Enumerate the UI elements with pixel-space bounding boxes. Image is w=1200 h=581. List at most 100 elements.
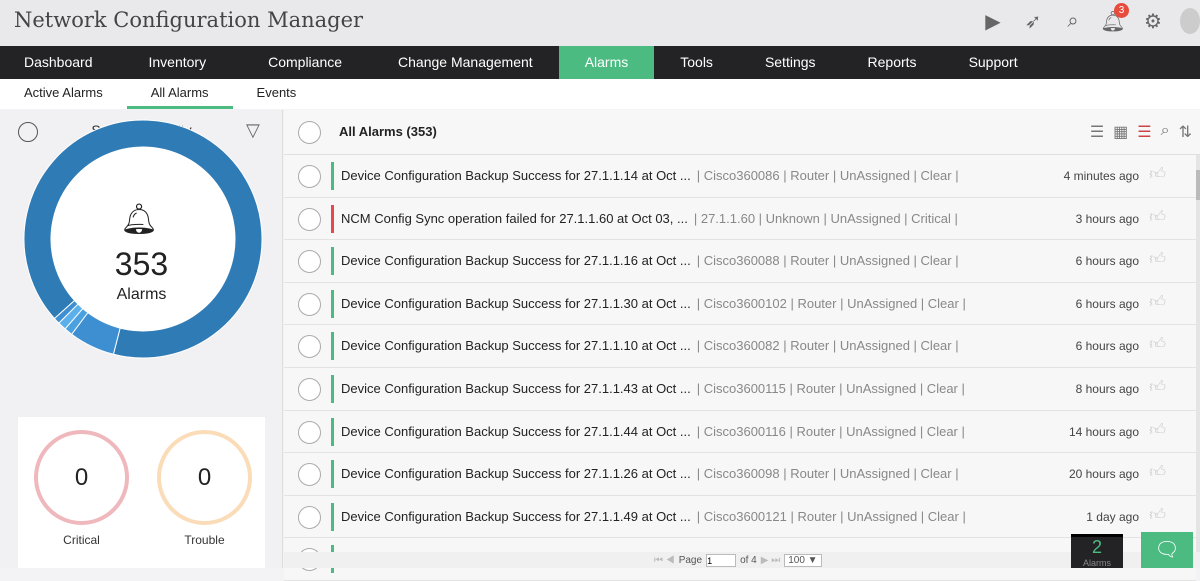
row-checkbox[interactable] [298,335,321,358]
sort-icon[interactable]: ⇅ [1179,122,1192,142]
alarm-bell-icon: 🔔︎ [120,202,158,237]
alarm-meta: | Cisco3600121 | Router | UnAssigned | C… [697,509,966,524]
thumbs-up-icon[interactable]: 👍︎ [1149,506,1166,525]
alarm-meta: | Cisco3600102 | Router | UnAssigned | C… [697,296,966,311]
grid-view-icon[interactable]: ▦ [1113,122,1128,142]
thumbs-up-icon[interactable]: 👍︎ [1149,335,1166,354]
nav-inventory[interactable]: Inventory [117,46,239,79]
nav-settings[interactable]: Settings [739,46,842,79]
nav-reports[interactable]: Reports [842,46,943,79]
severity-panel: Sort By Severity ▽ 🔔︎ 353 Alarms 0 Criti… [0,110,283,568]
nav-dashboard[interactable]: Dashboard [0,46,117,79]
select-all-checkbox[interactable] [298,121,321,144]
critical-ring[interactable]: 0 [34,430,129,525]
row-checkbox[interactable] [298,506,321,529]
nav-compliance[interactable]: Compliance [238,46,372,79]
row-checkbox[interactable] [298,293,321,316]
page-label: Page [679,555,702,566]
row-checkbox[interactable] [298,208,321,231]
total-alarms-label: Alarms [0,286,283,304]
severity-donut [23,119,263,359]
alarm-meta: | Cisco360088 | Router | UnAssigned | Cl… [697,253,959,268]
tab-all-alarms[interactable]: All Alarms [127,79,233,109]
chat-button[interactable]: 🗨︎ [1141,532,1193,568]
alarm-row[interactable]: Device Configuration Backup Success for … [284,368,1196,411]
scrollbar[interactable] [1196,155,1200,568]
thumbs-up-icon[interactable]: 👍︎ [1149,378,1166,397]
alarm-time: 20 hours ago [1069,467,1139,481]
alarm-title[interactable]: Device Configuration Backup Success for … [341,253,691,268]
thumbs-up-icon[interactable]: 👍︎ [1149,250,1166,269]
alarm-time: 1 day ago [1086,510,1139,524]
row-checkbox[interactable] [298,421,321,444]
list-title: All Alarms (353) [339,124,437,139]
alarm-title[interactable]: Device Configuration Backup Success for … [341,509,691,524]
chat-icon: 🗨︎ [1154,539,1179,561]
row-checkbox[interactable] [298,378,321,401]
row-checkbox[interactable] [298,250,321,273]
presentation-icon[interactable]: ▶ [980,8,1006,34]
list-view-icon[interactable]: ☰ [1090,122,1104,142]
thumbs-up-icon[interactable]: 👍︎ [1149,208,1166,227]
nav-support[interactable]: Support [943,46,1044,79]
alarm-title[interactable]: Device Configuration Backup Success for … [341,381,691,396]
bell-icon[interactable]: 🔔︎3 [1100,8,1126,34]
alarm-title[interactable]: Device Configuration Backup Success for … [341,168,691,183]
alarm-list: All Alarms (353) ☰ ▦ ☰ ⌕ ⇅ Device Config… [284,110,1200,568]
nav-change-management[interactable]: Change Management [372,46,559,79]
row-checkbox[interactable] [298,165,321,188]
alarm-row[interactable]: Device Configuration Backup Success for … [284,496,1196,539]
alarm-meta: | Cisco360082 | Router | UnAssigned | Cl… [697,338,959,353]
page-input[interactable] [706,554,736,567]
severity-view-icon[interactable]: ☰ [1137,122,1151,142]
rocket-icon[interactable]: ➶ [1020,8,1046,34]
main-nav: Dashboard Inventory Compliance Change Ma… [0,46,1200,79]
trouble-ring[interactable]: 0 [157,430,252,525]
nav-alarms[interactable]: Alarms [559,46,655,79]
alarm-row[interactable]: Device Configuration Backup Success for … [284,283,1196,326]
app-header: Network Configuration Manager ▶ ➶ ⌕ 🔔︎3 … [0,0,1200,46]
alarm-title[interactable]: Device Configuration Backup Success for … [341,466,691,481]
severity-bar [331,205,334,233]
alarm-meta: | 27.1.1.60 | Unknown | UnAssigned | Cri… [694,211,958,226]
gear-icon[interactable]: ⚙ [1140,8,1166,34]
thumbs-up-icon[interactable]: 👍︎ [1149,463,1166,482]
alarm-row[interactable]: Device Configuration Backup Success for … [284,453,1196,496]
search-icon[interactable]: ⌕ [1060,8,1086,34]
alarm-title[interactable]: Device Configuration Backup Success for … [341,296,691,311]
alarm-meta: | Cisco360098 | Router | UnAssigned | Cl… [697,466,959,481]
avatar[interactable] [1180,8,1200,34]
alarm-row[interactable]: Device Configuration Backup Success for … [284,155,1196,198]
alarm-row[interactable]: Device Configuration Backup Success for … [284,325,1196,368]
tab-active-alarms[interactable]: Active Alarms [0,79,127,109]
alarm-title[interactable]: NCM Config Sync operation failed for 27.… [341,211,688,226]
per-page-select[interactable]: 100 ▼ [784,554,821,567]
alarm-time: 3 hours ago [1076,212,1139,226]
alarm-widget-label: Alarms [1071,558,1123,568]
first-page-icon[interactable]: ⏮ ◀ [654,555,675,566]
thumbs-up-icon[interactable]: 👍︎ [1149,421,1166,440]
severity-bar [331,247,334,275]
nav-tools[interactable]: Tools [654,46,739,79]
alarm-title[interactable]: Device Configuration Backup Success for … [341,424,691,439]
alarm-row[interactable]: NCM Config Sync operation failed for 27.… [284,198,1196,241]
tab-events[interactable]: Events [233,79,321,109]
row-checkbox[interactable] [298,463,321,486]
alarm-row[interactable]: Device Configuration Backup Success for … [284,240,1196,283]
total-alarms: 353 [0,246,283,283]
severity-cards: 0 Critical 0 Trouble [18,417,265,568]
next-page-icon[interactable]: ▶ ⏭ [761,555,780,566]
alarm-meta: | Cisco3600115 | Router | UnAssigned | C… [697,381,965,396]
thumbs-up-icon[interactable]: 👍︎ [1149,165,1166,184]
severity-bar [331,418,334,446]
alarm-title[interactable]: Device Configuration Backup Success for … [341,338,691,353]
list-header: All Alarms (353) ☰ ▦ ☰ ⌕ ⇅ [284,110,1200,155]
alarm-meta: | Cisco3600116 | Router | UnAssigned | C… [697,424,965,439]
search-icon[interactable]: ⌕ [1161,122,1170,142]
alarm-widget-count: 2 [1071,537,1123,558]
alarm-meta: | Cisco360086 | Router | UnAssigned | Cl… [697,168,959,183]
alarm-row[interactable]: Device Configuration Backup Success for … [284,411,1196,454]
thumbs-up-icon[interactable]: 👍︎ [1149,293,1166,312]
alarm-time: 6 hours ago [1076,297,1139,311]
alarm-widget[interactable]: 2Alarms [1071,534,1123,568]
